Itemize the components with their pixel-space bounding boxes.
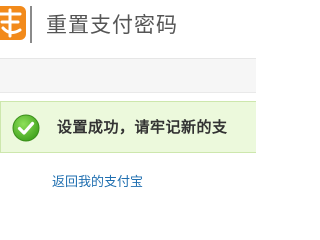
success-message: 设置成功，请牢记新的支 (57, 118, 228, 136)
header: 重置支付密码 (0, 0, 256, 58)
subheader-strip (0, 58, 256, 93)
header-divider (30, 6, 32, 43)
page-title: 重置支付密码 (46, 13, 178, 37)
check-circle-icon (12, 114, 40, 142)
success-message-box: 设置成功，请牢记新的支 (0, 101, 256, 153)
back-to-alipay-link[interactable]: 返回我的支付宝 (52, 174, 143, 192)
alipay-logo-icon (0, 6, 26, 40)
page: 重置支付密码 设置成功，请牢记新的支 返回我的支付宝 (0, 0, 256, 203)
